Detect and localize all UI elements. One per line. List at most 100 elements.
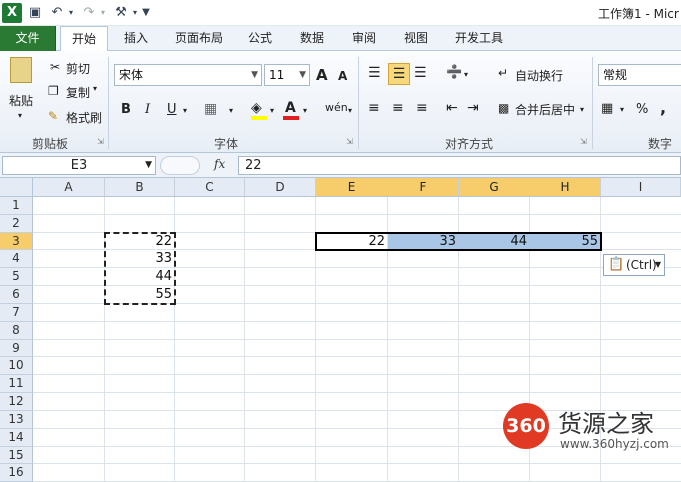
font-name-dropdown[interactable]: 宋体 ▼ <box>114 64 262 86</box>
undo-icon[interactable]: ↶ <box>48 3 66 23</box>
tab-review[interactable]: 审阅 <box>344 26 384 51</box>
redo-dropdown-icon[interactable]: ▾ <box>98 3 108 23</box>
comma-style-button[interactable]: , <box>660 98 666 117</box>
row-header-12[interactable]: 12 <box>0 393 33 411</box>
orientation-dropdown-icon[interactable]: ▾ <box>464 70 468 79</box>
row-header-4[interactable]: 4 <box>0 250 33 269</box>
excel-logo-icon: X <box>2 3 22 23</box>
alignment-dialog-icon[interactable]: ⇲ <box>580 137 587 146</box>
name-box[interactable]: E3 ▼ <box>2 156 156 175</box>
currency-icon[interactable]: ▦ <box>601 101 613 116</box>
cut-button[interactable]: 剪切 <box>66 60 90 77</box>
tab-page-layout[interactable]: 页面布局 <box>168 26 230 51</box>
shrink-font-button[interactable]: A <box>338 69 347 83</box>
column-header-e[interactable]: E <box>316 178 388 197</box>
font-dialog-icon[interactable]: ⇲ <box>346 137 353 146</box>
gridline-row <box>33 338 681 340</box>
row-header-3[interactable]: 3 <box>0 232 33 251</box>
merge-center-button[interactable]: 合并后居中 <box>515 101 575 118</box>
tab-home[interactable]: 开始 <box>60 26 108 52</box>
increase-indent-icon[interactable]: ⇥ <box>467 100 479 116</box>
borders-dropdown-icon[interactable]: ▾ <box>229 106 233 115</box>
row-header-9[interactable]: 9 <box>0 339 33 358</box>
save-icon[interactable]: ▣ <box>26 3 44 23</box>
paste-icon[interactable] <box>10 57 32 83</box>
merge-dropdown-icon[interactable]: ▾ <box>580 105 584 114</box>
wrap-text-icon[interactable]: ↵ <box>498 66 508 80</box>
italic-button[interactable]: I <box>145 102 150 117</box>
number-format-dropdown[interactable]: 常规 <box>598 64 681 86</box>
row-header-1[interactable]: 1 <box>0 197 33 215</box>
phonetic-guide-button[interactable]: wén <box>325 101 348 114</box>
row-header-5[interactable]: 5 <box>0 268 33 287</box>
underline-button[interactable]: U <box>167 102 177 117</box>
column-header-g[interactable]: G <box>459 178 530 197</box>
tab-data[interactable]: 数据 <box>292 26 332 51</box>
align-left-icon[interactable]: ≡ <box>368 100 380 116</box>
undo-dropdown-icon[interactable]: ▾ <box>66 3 76 23</box>
currency-dropdown-icon[interactable]: ▾ <box>620 105 624 114</box>
row-header-16[interactable]: 16 <box>0 464 33 482</box>
row-header-7[interactable]: 7 <box>0 303 33 322</box>
format-painter-button[interactable]: 格式刷 <box>66 109 102 126</box>
phonetic-dropdown-icon[interactable]: ▾ <box>348 106 352 115</box>
select-all-corner[interactable] <box>0 178 33 197</box>
align-top-icon[interactable]: ☰ <box>368 65 381 81</box>
orientation-icon[interactable]: ➗ <box>446 65 462 80</box>
row-header-8[interactable]: 8 <box>0 321 33 340</box>
copy-button[interactable]: 复制 <box>66 84 90 101</box>
merge-center-icon[interactable]: ▩ <box>498 101 509 115</box>
align-right-icon[interactable]: ≡ <box>416 100 428 116</box>
align-bottom-icon[interactable]: ☰ <box>414 65 427 81</box>
column-header-h[interactable]: H <box>530 178 601 197</box>
column-header-a[interactable]: A <box>33 178 105 197</box>
column-header-b[interactable]: B <box>105 178 175 197</box>
wrap-text-button[interactable]: 自动换行 <box>515 67 563 84</box>
column-header-c[interactable]: C <box>175 178 245 197</box>
tab-view[interactable]: 视图 <box>396 26 436 51</box>
formula-input[interactable]: 22 <box>238 156 681 175</box>
paste-options-button[interactable]: 📋 (Ctrl) ▼ <box>603 254 665 276</box>
percent-button[interactable]: % <box>636 102 648 117</box>
copy-dropdown-icon[interactable]: ▾ <box>93 84 97 93</box>
column-header-d[interactable]: D <box>245 178 316 197</box>
clipboard-dialog-icon[interactable]: ⇲ <box>97 137 104 146</box>
tools-dropdown-icon[interactable]: ▾ <box>130 3 140 23</box>
row-header-6[interactable]: 6 <box>0 286 33 304</box>
column-header-f[interactable]: F <box>388 178 459 197</box>
cut-icon[interactable]: ✂ <box>50 60 60 74</box>
row-header-14[interactable]: 14 <box>0 428 33 447</box>
copy-icon[interactable]: ❐ <box>48 84 59 98</box>
row-header-15[interactable]: 15 <box>0 446 33 465</box>
font-color-button[interactable]: A <box>285 100 296 116</box>
row-header-13[interactable]: 13 <box>0 410 33 429</box>
paste-button[interactable]: 粘贴 <box>9 92 33 109</box>
bold-button[interactable]: B <box>121 102 131 117</box>
fill-color-icon[interactable]: ◈ <box>251 100 262 116</box>
column-header-i[interactable]: I <box>601 178 681 197</box>
tab-developer[interactable]: 开发工具 <box>448 26 510 51</box>
customize-toolbar-icon[interactable]: ▼ <box>140 3 152 23</box>
insert-function-button[interactable]: fx <box>214 157 225 171</box>
watermark-name: 货源之家 <box>558 410 654 438</box>
paste-dropdown-icon[interactable]: ▾ <box>18 111 22 120</box>
format-painter-icon[interactable]: ✎ <box>48 109 58 123</box>
tab-insert[interactable]: 插入 <box>116 26 156 51</box>
row-header-11[interactable]: 11 <box>0 375 33 394</box>
grow-font-button[interactable]: A <box>316 66 328 84</box>
align-center-icon[interactable]: ≡ <box>392 100 404 116</box>
tab-file[interactable]: 文件 <box>0 26 56 51</box>
formula-bar-expander[interactable] <box>160 156 200 175</box>
tab-formulas[interactable]: 公式 <box>240 26 280 51</box>
font-color-dropdown-icon[interactable]: ▾ <box>303 106 307 115</box>
tools-icon[interactable]: ⚒ <box>112 3 130 23</box>
font-size-dropdown[interactable]: 11 ▼ <box>264 64 310 86</box>
decrease-indent-icon[interactable]: ⇤ <box>446 100 458 116</box>
fill-color-dropdown-icon[interactable]: ▾ <box>270 106 274 115</box>
underline-dropdown-icon[interactable]: ▾ <box>183 106 187 115</box>
borders-icon[interactable]: ▦ <box>204 101 217 117</box>
row-header-2[interactable]: 2 <box>0 214 33 233</box>
redo-icon[interactable]: ↷ <box>80 3 98 23</box>
row-header-10[interactable]: 10 <box>0 357 33 376</box>
align-middle-icon[interactable]: ☰ <box>388 63 410 85</box>
